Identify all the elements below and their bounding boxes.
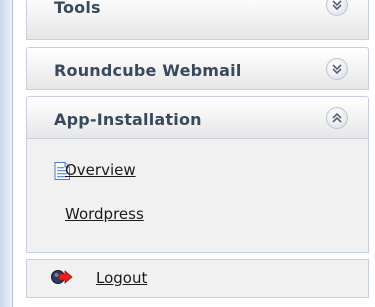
sidebar-edge <box>0 0 13 307</box>
nav-link-overview[interactable]: Overview <box>65 161 136 179</box>
section-header-app-installation[interactable]: App-Installation <box>26 96 369 139</box>
section-title-tools: Tools <box>54 0 101 17</box>
navigation-sidebar: Tools Roundcube Webmail App-Installation <box>0 0 375 307</box>
logout-panel <box>26 259 369 298</box>
section-header-tools[interactable]: Tools <box>26 0 369 40</box>
nav-link-wordpress[interactable]: Wordpress <box>65 205 144 223</box>
section-header-roundcube[interactable]: Roundcube Webmail <box>26 47 369 90</box>
section-body-app-installation <box>26 139 369 253</box>
double-chevron-down-icon[interactable] <box>326 0 348 16</box>
double-chevron-up-icon[interactable] <box>326 107 348 129</box>
logout-arrow-icon[interactable] <box>51 269 73 289</box>
section-title-roundcube: Roundcube Webmail <box>54 61 242 80</box>
section-title-app-installation: App-Installation <box>54 110 202 129</box>
double-chevron-down-icon[interactable] <box>326 58 348 80</box>
logout-link[interactable]: Logout <box>96 269 147 287</box>
